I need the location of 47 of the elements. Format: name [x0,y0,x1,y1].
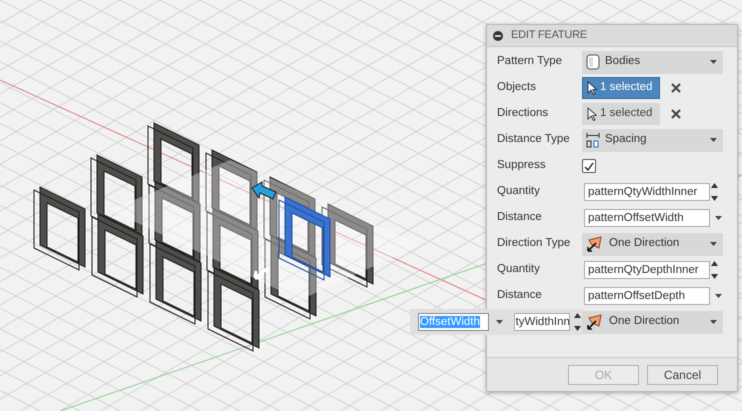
dropdown[interactable]: One Direction [582,232,723,256]
caret-icon[interactable] [715,216,722,220]
caret-icon[interactable] [710,242,717,246]
selection-button[interactable]: 1 selected [582,77,660,99]
spin-up-icon[interactable] [711,183,718,188]
selection-button[interactable]: 1 selected [582,103,660,125]
spin-down-icon[interactable] [711,274,718,279]
caret-icon[interactable] [710,320,717,324]
field-label: Quantity [497,262,541,278]
spin-up-icon[interactable] [574,313,581,318]
field-label: Distance Type [497,132,571,148]
direction-icon [586,236,604,252]
spin-down-icon[interactable] [574,326,581,331]
input-field[interactable]: tyWidthInn [514,313,570,331]
field-label: Directions [497,106,550,122]
collapse-icon[interactable] [493,30,503,40]
field-label: Suppress [497,158,547,174]
caret-icon[interactable] [710,60,717,64]
close-icon[interactable] [670,82,682,94]
spacing-icon [586,132,600,148]
pointer-icon [587,107,597,121]
dropdown[interactable]: Bodies [582,50,723,74]
field-label: Quantity [497,184,541,200]
spin-down-icon[interactable] [711,196,718,201]
field-label: Distance [497,288,543,304]
input-field[interactable]: patternQtyDepthInner [584,261,710,279]
caret-icon[interactable] [715,294,722,298]
input-field[interactable]: patternOffsetWidth [584,209,710,227]
field-label: Distance [497,210,543,226]
spin-up-icon[interactable] [711,261,718,266]
dropdown[interactable]: One Direction [582,310,723,334]
caret-icon[interactable] [710,138,717,142]
cancel-button[interactable]: Cancel [647,364,718,384]
input-field[interactable]: patternOffsetDepth [584,287,710,305]
panel-title: EDIT FEATURE [511,28,588,44]
field-label: Objects [497,80,537,96]
direction-icon [586,314,604,330]
cube-icon [586,54,600,70]
checkbox[interactable] [582,159,596,173]
pointer-icon [587,81,597,95]
field-label: Direction Type [497,236,572,252]
dropdown[interactable]: Spacing [582,128,723,152]
arrow-icon[interactable] [251,181,277,200]
close-icon[interactable] [670,108,682,120]
caret-icon[interactable] [496,320,503,324]
input-field[interactable]: patternQtyWidthInner [584,183,710,201]
field-label: Pattern Type [497,54,563,70]
